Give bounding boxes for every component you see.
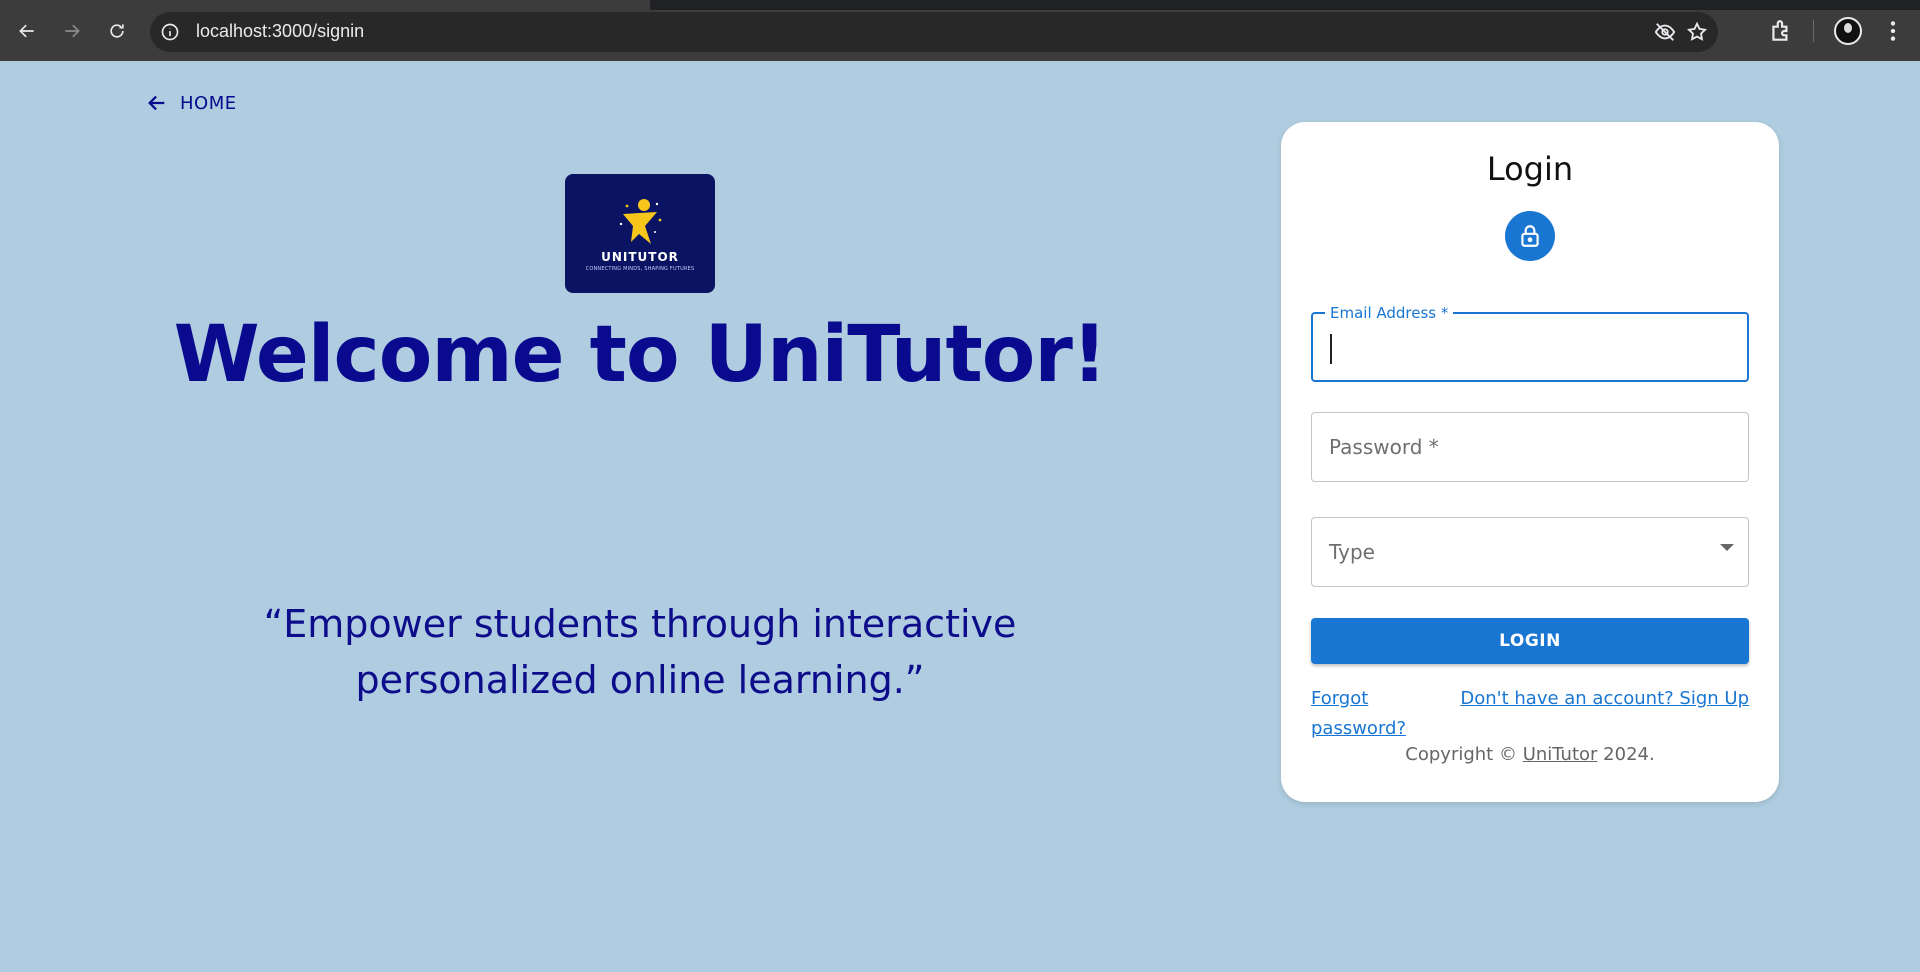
forgot-password-link[interactable]: Forgot password? bbox=[1311, 684, 1421, 744]
login-card: Login Email Address * Password * Type LO… bbox=[1281, 122, 1779, 802]
quote-line-1: “Empower students through interactive bbox=[263, 602, 1017, 646]
browser-toolbar: localhost:3000/signin bbox=[0, 0, 1920, 61]
logo-tagline: CONNECTING MINDS, SHAPING FUTURES bbox=[585, 265, 695, 272]
password-placeholder: Password * bbox=[1329, 435, 1439, 459]
text-caret bbox=[1330, 334, 1332, 364]
login-button[interactable]: LOGIN bbox=[1311, 618, 1749, 664]
unitutor-logo: UNITUTOR CONNECTING MINDS, SHAPING FUTUR… bbox=[565, 174, 715, 293]
home-link-label: HOME bbox=[180, 92, 237, 114]
email-label: Email Address * bbox=[1325, 304, 1454, 322]
star-person-icon bbox=[619, 198, 662, 244]
type-select[interactable]: Type bbox=[1311, 517, 1749, 587]
copyright-prefix: Copyright © bbox=[1405, 744, 1517, 765]
password-field[interactable]: Password * bbox=[1311, 412, 1749, 482]
bookmark-star-icon[interactable] bbox=[1686, 21, 1708, 43]
lock-icon bbox=[1521, 225, 1539, 247]
logo-name: UNITUTOR bbox=[601, 249, 679, 264]
site-info-icon[interactable] bbox=[160, 22, 180, 42]
mission-quote: “Empower students through interactive pe… bbox=[240, 596, 1040, 708]
copyright: Copyright © UniTutor 2024. bbox=[1281, 744, 1779, 765]
profile-avatar[interactable] bbox=[1834, 17, 1862, 45]
eye-off-icon[interactable] bbox=[1654, 21, 1676, 43]
welcome-heading: Welcome to UniTutor! bbox=[173, 310, 1108, 400]
dropdown-arrow-icon bbox=[1720, 544, 1734, 551]
reload-button[interactable] bbox=[100, 14, 134, 48]
copyright-brand-link[interactable]: UniTutor bbox=[1523, 744, 1598, 765]
arrow-left-icon bbox=[148, 95, 165, 111]
quote-line-2: personalized online learning.” bbox=[355, 658, 925, 702]
url-text: localhost:3000/signin bbox=[196, 21, 365, 41]
email-field[interactable]: Email Address * bbox=[1311, 304, 1749, 382]
signup-link[interactable]: Don't have an account? Sign Up bbox=[1460, 684, 1749, 714]
toolbar-divider bbox=[1813, 20, 1814, 42]
back-button[interactable] bbox=[10, 14, 44, 48]
forward-button[interactable] bbox=[55, 14, 89, 48]
extensions-icon[interactable] bbox=[1768, 18, 1794, 44]
copyright-year: 2024. bbox=[1603, 744, 1655, 765]
home-link[interactable]: HOME bbox=[146, 92, 237, 114]
address-bar[interactable]: localhost:3000/signin bbox=[150, 12, 1718, 52]
more-menu-icon[interactable] bbox=[1880, 18, 1906, 44]
arrow-right-icon bbox=[65, 24, 80, 38]
arrow-left-icon bbox=[19, 24, 34, 38]
type-placeholder: Type bbox=[1329, 540, 1375, 564]
reload-icon bbox=[110, 24, 124, 38]
active-tab[interactable] bbox=[0, 0, 650, 10]
lock-avatar bbox=[1505, 211, 1555, 261]
login-title: Login bbox=[1486, 150, 1574, 188]
